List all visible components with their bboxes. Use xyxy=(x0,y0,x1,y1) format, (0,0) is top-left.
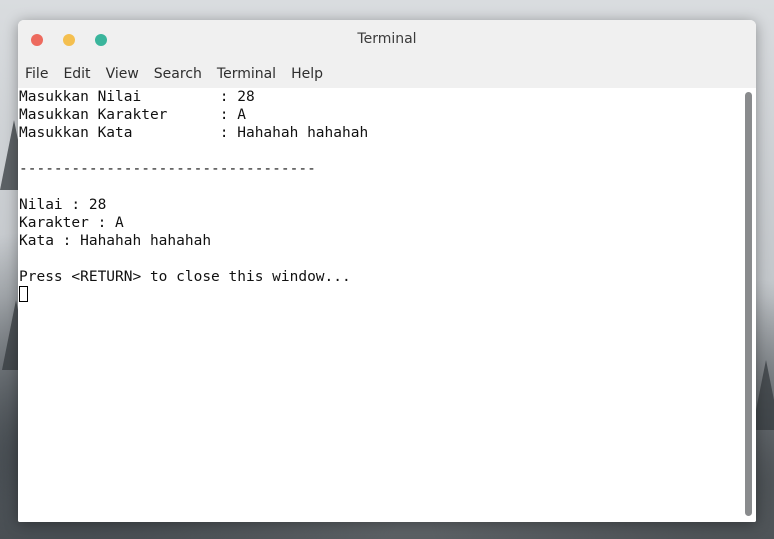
menu-bar: File Edit View Search Terminal Help xyxy=(18,60,756,88)
menu-view[interactable]: View xyxy=(106,66,139,82)
terminal-output[interactable]: Masukkan Nilai : 28 Masukkan Karakter : … xyxy=(18,88,740,522)
terminal-line: Nilai : 28 xyxy=(19,197,107,213)
menu-terminal[interactable]: Terminal xyxy=(217,66,276,82)
terminal-window: Terminal File Edit View Search Terminal … xyxy=(18,20,756,522)
terminal-line: ---------------------------------- xyxy=(19,161,316,177)
window-title: Terminal xyxy=(357,31,417,47)
title-bar[interactable]: Terminal xyxy=(18,20,756,60)
text-cursor xyxy=(19,286,28,302)
terminal-line: Masukkan Kata : Hahahah hahahah xyxy=(19,125,369,141)
terminal-line: Masukkan Karakter : A xyxy=(19,107,246,123)
menu-edit[interactable]: Edit xyxy=(63,66,90,82)
terminal-line: Kata : Hahahah hahahah xyxy=(19,233,212,249)
menu-search[interactable]: Search xyxy=(154,66,202,82)
terminal-line: Karakter : A xyxy=(19,215,124,231)
terminal-line: Press <RETURN> to close this window... xyxy=(19,269,351,285)
scrollbar-thumb[interactable] xyxy=(745,92,752,516)
menu-file[interactable]: File xyxy=(25,66,48,82)
terminal-line: Masukkan Nilai : 28 xyxy=(19,89,255,105)
scrollbar[interactable] xyxy=(740,88,756,522)
menu-help[interactable]: Help xyxy=(291,66,323,82)
